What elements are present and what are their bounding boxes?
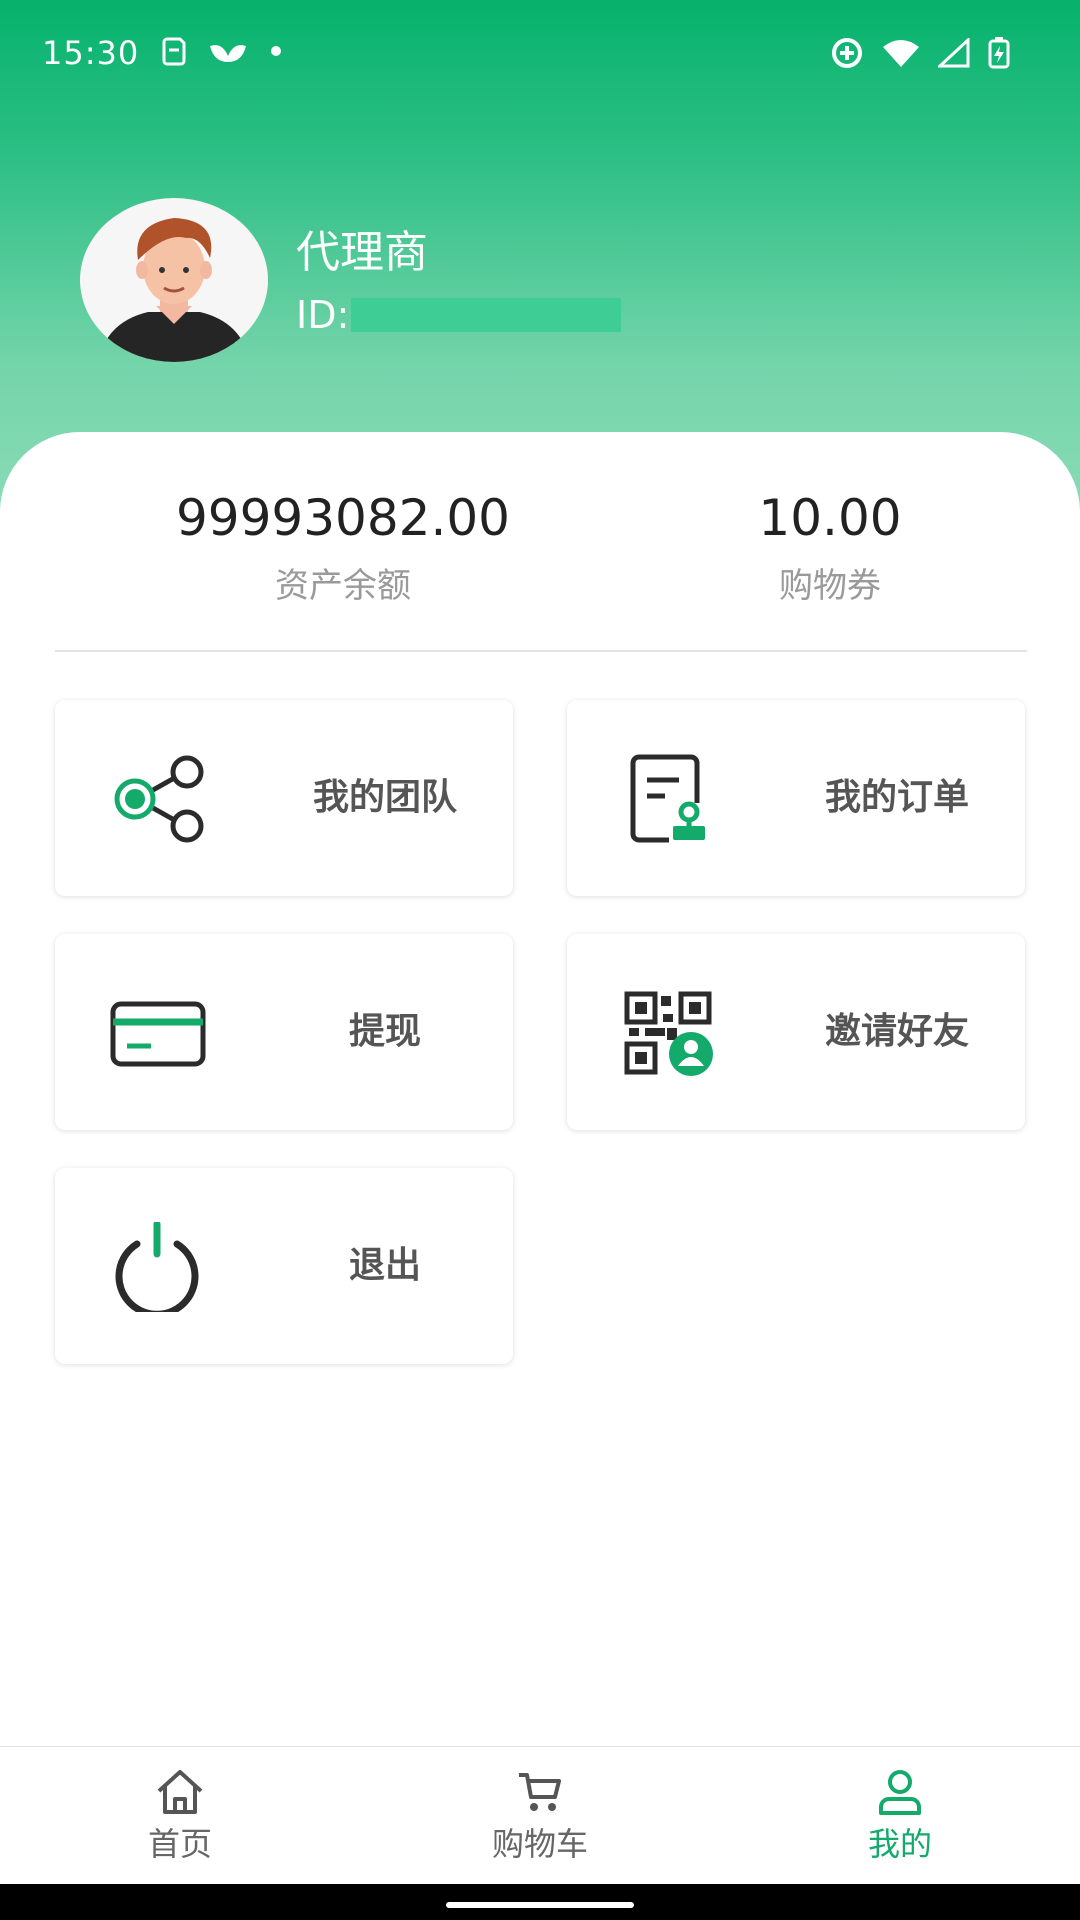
id-value-redacted [351, 298, 622, 332]
profile-name: 代理商 [296, 227, 428, 278]
coupon-label: 购物券 [779, 566, 881, 606]
status-bar: 15:30 [0, 0, 1080, 110]
invite-friends-button[interactable]: 邀请好友 [567, 934, 1025, 1130]
logout-label: 退出 [348, 1245, 421, 1286]
my-team-button[interactable]: 我的团队 [55, 700, 513, 896]
bottom-nav: 首页 购物车 我的 [0, 1746, 1080, 1885]
nav-mine[interactable]: 我的 [800, 1747, 1000, 1885]
my-team-label: 我的团队 [312, 777, 457, 818]
profile-header: 代理商 ID: [80, 198, 622, 362]
profile-info: 代理商 ID: [296, 223, 622, 337]
wifi-icon [883, 40, 919, 67]
sim-icon [162, 37, 186, 66]
balance-label: 资产余额 [275, 566, 411, 606]
nav-cart-label: 购物车 [491, 1825, 588, 1863]
battery-charging-icon [988, 37, 1010, 69]
id-label: ID: [296, 293, 350, 337]
order-document-icon [630, 754, 705, 843]
avatar-illustration-icon [98, 218, 250, 362]
status-icons-right [830, 36, 1010, 70]
home-indicator[interactable] [446, 1902, 634, 1908]
balance-value: 99993082.00 [175, 489, 510, 547]
app-notification-icon [210, 45, 246, 62]
qr-code-user-icon [624, 991, 713, 1076]
nav-home[interactable]: 首页 [80, 1747, 280, 1885]
home-icon [157, 1770, 203, 1814]
my-orders-label: 我的订单 [824, 777, 969, 818]
nav-mine-label: 我的 [867, 1825, 932, 1863]
logout-button[interactable]: 退出 [55, 1168, 513, 1364]
withdraw-label: 提现 [348, 1011, 421, 1052]
power-icon [115, 1222, 199, 1312]
withdraw-button[interactable]: 提现 [55, 934, 513, 1130]
balance-stat[interactable]: 99993082.00 资产余额 [133, 486, 553, 607]
bank-card-icon [110, 1001, 206, 1067]
cart-icon [519, 1773, 561, 1811]
nav-home-label: 首页 [147, 1825, 212, 1863]
share-network-icon [114, 755, 204, 843]
dot-icon [271, 46, 281, 56]
status-time: 15:30 [42, 34, 140, 72]
my-orders-button[interactable]: 我的订单 [567, 700, 1025, 896]
invite-friends-label: 邀请好友 [824, 1011, 969, 1052]
avatar[interactable] [80, 198, 268, 362]
data-saver-icon [832, 38, 862, 68]
user-icon [879, 1770, 921, 1815]
coupon-value: 10.00 [758, 489, 902, 547]
nav-cart[interactable]: 购物车 [440, 1747, 640, 1885]
coupon-stat[interactable]: 10.00 购物券 [620, 486, 1040, 607]
divider [55, 650, 1027, 652]
signal-icon [938, 38, 970, 68]
status-icons-left [162, 36, 282, 66]
profile-id: ID: [296, 293, 622, 337]
